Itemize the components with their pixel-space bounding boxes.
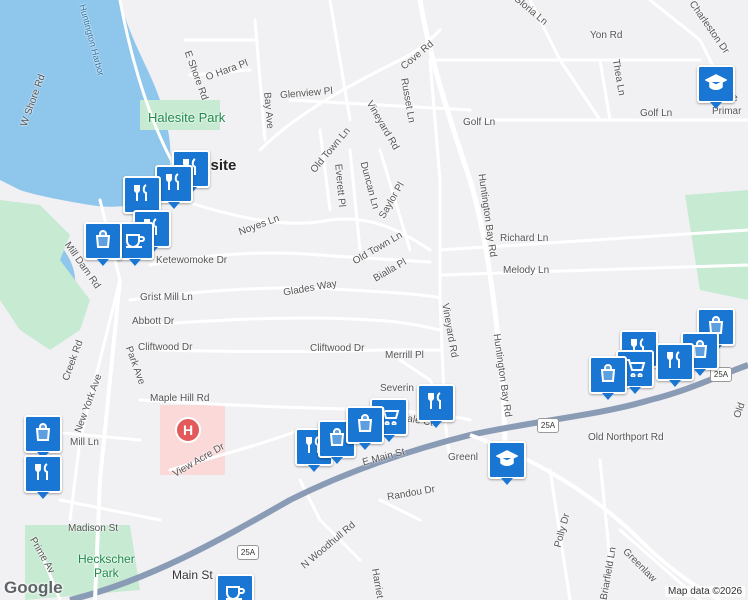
hospital-icon[interactable]: H bbox=[175, 417, 201, 443]
shopping-bag-icon bbox=[93, 229, 113, 254]
west-park-area bbox=[0, 200, 90, 350]
cafe-icon bbox=[124, 229, 146, 254]
street-label: Melody Ln bbox=[503, 265, 550, 276]
street-label: Madison St bbox=[68, 523, 119, 534]
street-label: Cliftwood Dr bbox=[310, 343, 365, 354]
restaurant-icon bbox=[426, 391, 446, 416]
street-label: Cliftwood Dr bbox=[138, 342, 193, 353]
shopping-bag-icon bbox=[598, 363, 618, 388]
street-label: Grist Mill Ln bbox=[140, 292, 193, 303]
street-label: Richard Ln bbox=[500, 233, 549, 244]
school-pin[interactable] bbox=[697, 65, 735, 109]
restaurant-icon bbox=[33, 462, 53, 487]
street-label: Merrill Pl bbox=[385, 350, 424, 361]
shopping-bag-icon bbox=[355, 413, 375, 438]
restaurant-icon bbox=[132, 183, 152, 208]
shopping-bag-icon bbox=[327, 427, 347, 452]
restaurant-icon bbox=[665, 350, 685, 375]
street-label: Golf Ln bbox=[463, 117, 496, 128]
shopping-bag-icon bbox=[33, 422, 53, 447]
park-label: Halesite Park bbox=[148, 110, 226, 125]
shopping-pin[interactable] bbox=[84, 222, 122, 266]
route-shield-25a: 25A bbox=[537, 418, 559, 433]
street-label: Main St bbox=[172, 568, 213, 582]
map-canvas[interactable]: W Shore Rd Huntington Harbor E Shore Rd … bbox=[0, 0, 748, 600]
school-icon bbox=[495, 448, 519, 473]
restaurant-pin[interactable] bbox=[417, 384, 455, 428]
golf-green bbox=[685, 190, 748, 300]
park-label: Heckscher Park bbox=[78, 552, 135, 580]
shopping-pin[interactable] bbox=[589, 356, 627, 400]
route-shield-25a: 25A bbox=[237, 545, 259, 560]
map-data-credit[interactable]: Map data ©2026 bbox=[665, 586, 746, 597]
map-base-layer bbox=[0, 0, 748, 600]
shopping-pin[interactable] bbox=[24, 415, 62, 459]
school-icon bbox=[704, 72, 728, 97]
cafe-pin[interactable] bbox=[216, 574, 254, 600]
restaurant-icon bbox=[164, 172, 184, 197]
shopping-pin[interactable] bbox=[346, 406, 384, 450]
street-label: Abbott Dr bbox=[132, 316, 175, 327]
shopping-cart-icon bbox=[624, 357, 646, 382]
street-label: Maple Hill Rd bbox=[150, 393, 210, 404]
restaurant-pin[interactable] bbox=[24, 455, 62, 499]
street-label: Greenl bbox=[448, 452, 479, 463]
street-label: Golf Ln bbox=[640, 108, 673, 119]
google-logo: Google bbox=[4, 578, 63, 597]
street-label: Old Northport Rd bbox=[588, 432, 664, 443]
street-label: Mill Ln bbox=[70, 437, 99, 448]
restaurant-pin[interactable] bbox=[123, 176, 161, 220]
cafe-icon bbox=[224, 581, 246, 600]
school-pin[interactable] bbox=[488, 441, 526, 485]
street-label: Ketewomoke Dr bbox=[156, 255, 228, 266]
restaurant-pin[interactable] bbox=[656, 343, 694, 387]
street-label: Yon Rd bbox=[590, 30, 623, 41]
